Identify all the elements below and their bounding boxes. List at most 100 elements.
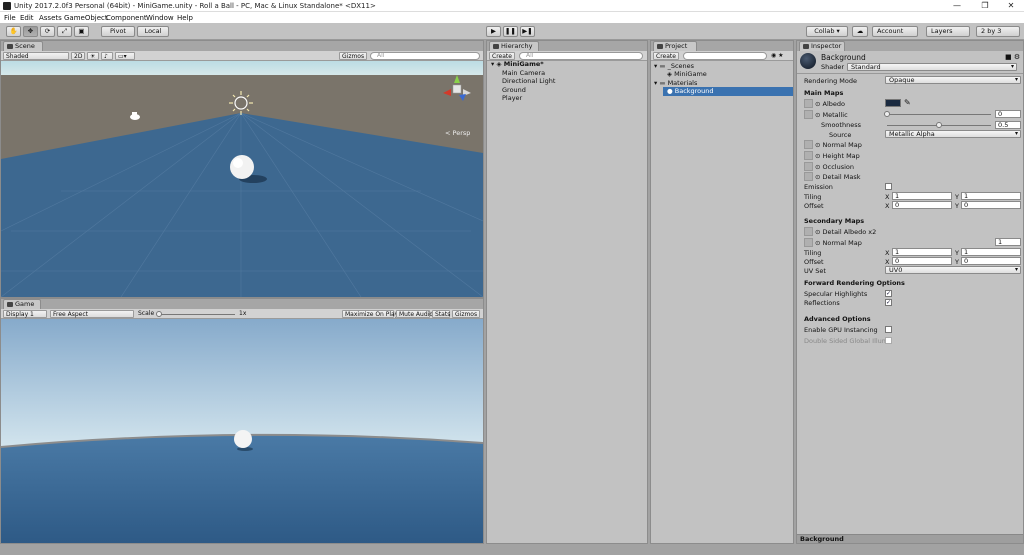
height-map-slot[interactable] — [804, 151, 813, 160]
offset-x-field[interactable]: 0 — [892, 201, 952, 209]
hierarchy-item-directional-light[interactable]: Directional Light — [502, 77, 555, 85]
rect-tool-button[interactable]: ▣ — [74, 26, 89, 37]
menu-gameobject[interactable]: GameObject — [64, 14, 108, 22]
secondary-normal-map-slot[interactable] — [804, 238, 813, 247]
albedo-color-swatch[interactable] — [885, 99, 901, 107]
scale-slider-thumb[interactable] — [156, 311, 162, 317]
tiling-y-field[interactable]: 1 — [961, 192, 1021, 200]
layout-dropdown[interactable]: 2 by 3 — [976, 26, 1020, 37]
metallic-value-field[interactable]: 0 — [995, 110, 1021, 118]
mute-audio-toggle[interactable]: Mute Audio — [396, 310, 433, 318]
scene-viewport[interactable]: < Persp — [1, 61, 483, 297]
tab-scene[interactable]: Scene — [3, 41, 43, 51]
tab-hierarchy[interactable]: Hierarchy — [489, 41, 539, 51]
menu-file[interactable]: File — [4, 14, 16, 22]
account-dropdown[interactable]: Account — [872, 26, 918, 37]
2d-toggle[interactable]: 2D — [71, 52, 85, 60]
tab-inspector[interactable]: Inspector — [799, 41, 845, 51]
game-tab-icon — [7, 302, 13, 307]
minimize-button[interactable]: — — [944, 1, 970, 11]
smoothness-slider-thumb[interactable] — [936, 122, 942, 128]
uv-set-dropdown[interactable]: UV0 — [885, 266, 1021, 274]
pause-button[interactable]: ❚❚ — [503, 26, 518, 37]
project-create-button[interactable]: Create — [653, 52, 679, 60]
move-tool-button[interactable]: ✥ — [23, 26, 38, 37]
offset-y-field[interactable]: 0 — [961, 201, 1021, 209]
tiling-label: Tiling — [804, 193, 822, 201]
audio-toggle-icon[interactable]: ♪ — [101, 52, 113, 60]
hierarchy-item-player[interactable]: Player — [502, 94, 522, 102]
cloud-icon[interactable]: ☁ — [852, 26, 868, 37]
hierarchy-search-input[interactable]: All — [519, 52, 643, 60]
pivot-toggle-button[interactable]: Pivot — [101, 26, 135, 37]
metallic-slider-thumb[interactable] — [884, 111, 890, 117]
hierarchy-item-main-camera[interactable]: Main Camera — [502, 69, 545, 77]
secondary-normal-scale-field[interactable]: 1 — [995, 238, 1021, 246]
detail-mask-slot[interactable] — [804, 172, 813, 181]
shader-dropdown[interactable]: Standard — [847, 63, 1017, 71]
tiling-x-field[interactable]: 1 — [892, 192, 952, 200]
tab-game[interactable]: Game — [3, 299, 41, 309]
display-dropdown[interactable]: Display 1 — [3, 310, 47, 318]
project-folder-scenes[interactable]: ▾ ▬ _Scenes — [654, 62, 694, 70]
lighting-toggle-icon[interactable]: ☀ — [87, 52, 99, 60]
albedo-texture-slot[interactable] — [804, 99, 813, 108]
menu-component[interactable]: Component — [106, 14, 147, 22]
project-item-minigame[interactable]: ◈ MiniGame — [667, 70, 707, 78]
detail-albedo-slot[interactable] — [804, 227, 813, 236]
maximize-button[interactable]: ❐ — [972, 1, 998, 11]
menu-assets[interactable]: Assets — [39, 14, 62, 22]
menu-help[interactable]: Help — [177, 14, 193, 22]
gpu-instancing-checkbox[interactable] — [885, 326, 892, 333]
metallic-slider[interactable] — [887, 114, 991, 115]
stats-toggle[interactable]: Stats — [432, 310, 450, 318]
metallic-texture-slot[interactable] — [804, 110, 813, 119]
scale-slider[interactable] — [157, 314, 235, 315]
occlusion-slot[interactable] — [804, 162, 813, 171]
metallic-label: ⊙ Metallic — [815, 111, 848, 119]
project-search-input[interactable] — [683, 52, 767, 60]
scene-search-input[interactable]: All — [370, 52, 480, 60]
step-button[interactable]: ▶❚ — [520, 26, 535, 37]
rendering-mode-dropdown[interactable]: Opaque — [885, 76, 1021, 84]
inspector-tab-label: Inspector — [811, 42, 842, 50]
menu-edit[interactable]: Edit — [20, 14, 34, 22]
play-button[interactable]: ▶ — [486, 26, 501, 37]
gizmos-dropdown[interactable]: Gizmos — [339, 52, 367, 60]
project-filter-icons[interactable]: ◉ ★ — [771, 52, 791, 60]
source-dropdown[interactable]: Metallic Alpha — [885, 130, 1021, 138]
settings-icons[interactable]: ■ ⚙ — [1005, 53, 1020, 61]
normal-map-slot[interactable] — [804, 140, 813, 149]
secondary-tiling-y-field[interactable]: 1 — [961, 248, 1021, 256]
effects-dropdown-icon[interactable]: ▭▾ — [115, 52, 135, 60]
specular-highlights-checkbox[interactable]: ✓ — [885, 290, 892, 297]
hierarchy-create-button[interactable]: Create — [489, 52, 515, 60]
collab-button[interactable]: Collab ▾ — [806, 26, 848, 37]
rotate-tool-button[interactable]: ⟳ — [40, 26, 55, 37]
tab-project[interactable]: Project — [653, 41, 697, 51]
game-gizmos-dropdown[interactable]: Gizmos — [452, 310, 480, 318]
menu-window[interactable]: Window — [146, 14, 174, 22]
persp-label[interactable]: < Persp — [445, 129, 470, 137]
shading-dropdown[interactable]: Shaded — [3, 52, 69, 60]
hand-tool-button[interactable]: ✋ — [6, 26, 21, 37]
secondary-offset-x-field[interactable]: 0 — [892, 257, 952, 265]
maximize-on-play-toggle[interactable]: Maximize On Play — [342, 310, 398, 318]
emission-label: Emission — [804, 183, 833, 191]
project-folder-materials[interactable]: ▾ ▬ Materials — [654, 79, 697, 87]
emission-checkbox[interactable] — [885, 183, 892, 190]
smoothness-value-field[interactable]: 0.5 — [995, 121, 1021, 129]
scale-tool-button[interactable]: ⤢ — [57, 26, 72, 37]
close-button[interactable]: ✕ — [998, 1, 1024, 11]
local-toggle-button[interactable]: Local — [137, 26, 169, 37]
project-item-background[interactable]: ● Background — [667, 87, 714, 95]
secondary-offset-y-field[interactable]: 0 — [961, 257, 1021, 265]
aspect-dropdown[interactable]: Free Aspect — [50, 310, 134, 318]
reflections-checkbox[interactable]: ✓ — [885, 299, 892, 306]
hierarchy-item-ground[interactable]: Ground — [502, 86, 526, 94]
secondary-tiling-x-field[interactable]: 1 — [892, 248, 952, 256]
game-viewport[interactable] — [1, 319, 483, 543]
eyedropper-icon[interactable]: ✎ — [904, 98, 911, 107]
hierarchy-scene-root[interactable]: ▾ ◈ MiniGame* — [491, 60, 544, 68]
layers-dropdown[interactable]: Layers — [926, 26, 970, 37]
